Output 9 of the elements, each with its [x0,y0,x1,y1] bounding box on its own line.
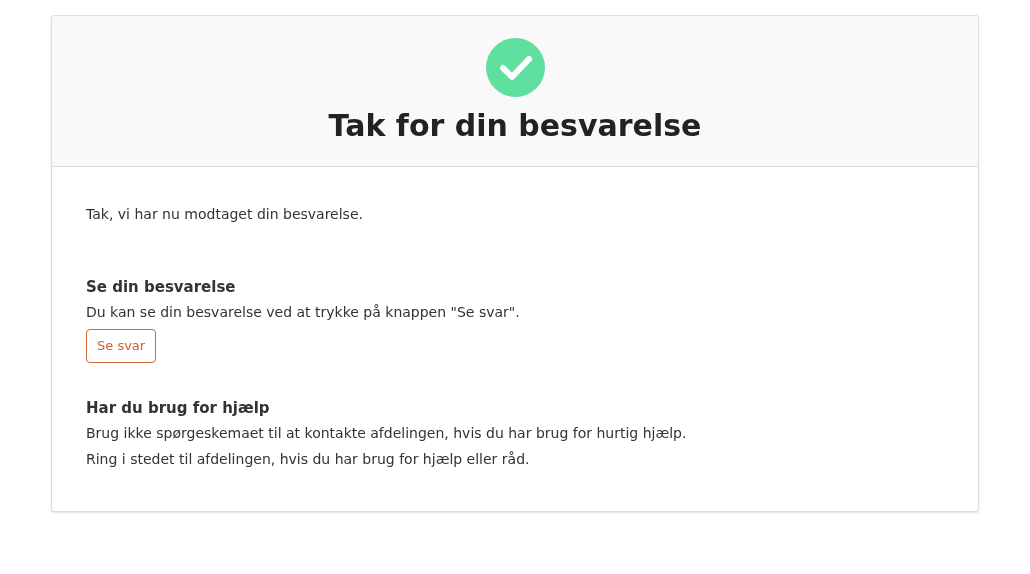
section-text: Ring i stedet til afdelingen, hvis du har brug for hjælp eller råd. [86,450,531,469]
section-text: Brug ikke spørgeskemaet til at kontakte afdelingen, hvis du har brug for hurtig hjælp. [86,424,688,443]
section-text: Du kan se din besvarelse ved at trykke på knappen "Se svar". [86,303,521,322]
section-heading: Se din besvarelse [86,277,237,298]
page-title: Tak for din besvarelse [328,107,702,145]
checkmark-icon [485,38,545,97]
confirmation-text: Tak, vi har nu modtaget din besvarelse. [86,205,364,224]
section-heading: Har du brug for hjælp [86,398,271,419]
see-answers-button[interactable]: Se svar [86,329,157,363]
